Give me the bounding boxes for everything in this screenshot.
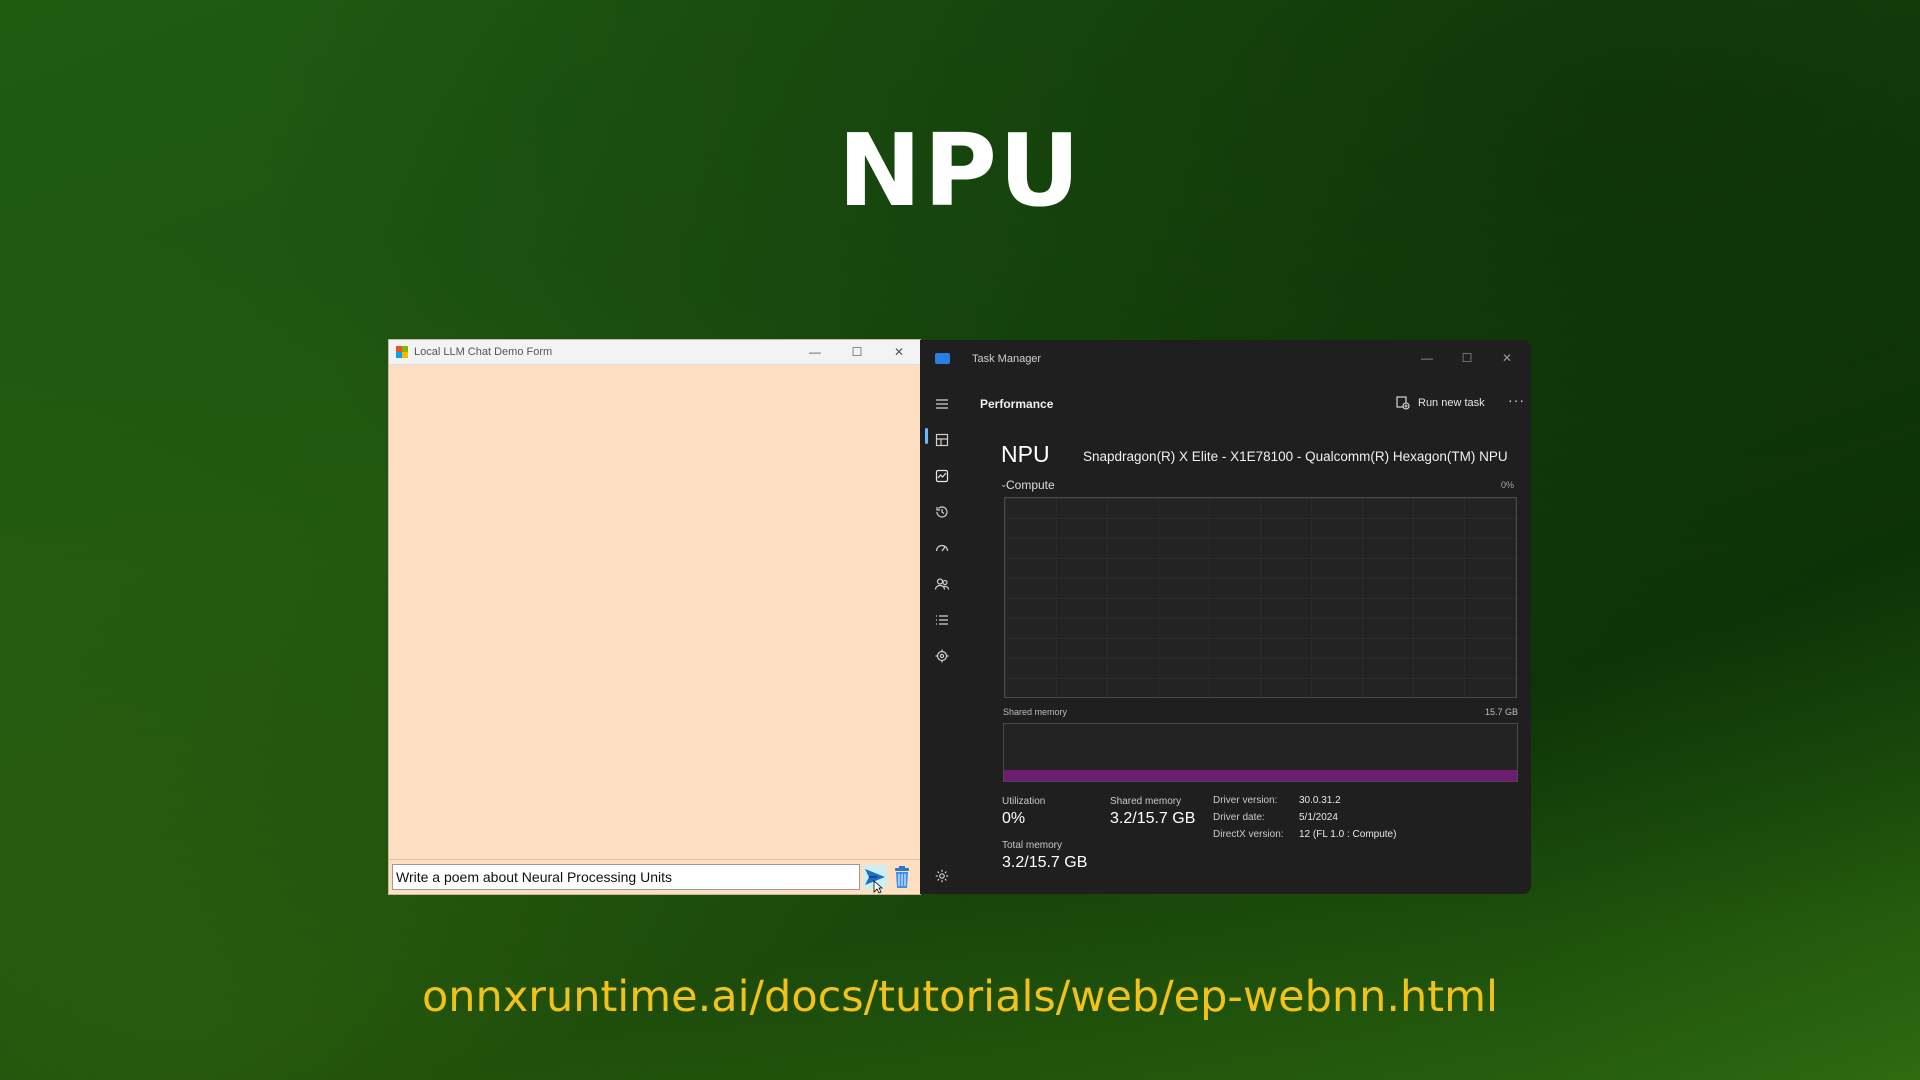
settings-icon[interactable] [930,864,954,888]
slide-title: NPU [837,112,1083,229]
shared-memory-graph [1003,723,1518,782]
nav-active-indicator [925,428,928,444]
shared-memory-value: 3.2/15.7 GB [1110,810,1196,827]
driver-date-value: 5/1/2024 [1299,812,1338,823]
menu-icon[interactable] [930,392,954,416]
app-history-icon[interactable] [930,500,954,524]
chat-history-area[interactable] [389,365,920,860]
chat-window-title: Local LLM Chat Demo Form [414,346,553,358]
clear-button[interactable] [889,865,915,889]
compute-engine-selector[interactable]: Compute [1006,478,1055,492]
driver-date-label: Driver date: [1213,812,1265,823]
processes-icon[interactable] [930,428,954,452]
tutorial-url: onnxruntime.ai/docs/tutorials/web/ep-web… [422,972,1498,1022]
more-options-button[interactable]: ··· [1508,392,1525,408]
run-new-task-label: Run new task [1418,397,1485,409]
tm-window-title: Task Manager [972,353,1042,365]
app-icon [396,346,408,358]
tm-maximize-button[interactable]: ☐ [1447,346,1487,370]
services-icon[interactable] [930,644,954,668]
shared-memory-label: Shared memory [1110,796,1182,807]
details-icon[interactable] [930,608,954,632]
trash-icon [895,866,909,888]
device-heading: NPU [1001,441,1050,467]
performance-icon[interactable] [930,464,954,488]
close-button[interactable]: ✕ [878,340,920,364]
tm-minimize-button[interactable]: — [1407,346,1447,370]
chat-demo-window: Local LLM Chat Demo Form — ☐ ✕ [389,340,920,894]
directx-version-value: 12 (FL 1.0 : Compute) [1299,829,1397,840]
startup-apps-icon[interactable] [930,536,954,560]
page-title: Performance [980,397,1054,411]
tm-nav-rail [920,378,965,894]
directx-version-label: DirectX version: [1213,829,1284,840]
tm-titlebar[interactable]: Task Manager — ☐ ✕ [920,340,1531,378]
device-name: Snapdragon(R) X Elite - X1E78100 - Qualc… [1083,449,1508,464]
shared-memory-fill [1004,770,1517,781]
maximize-button[interactable]: ☐ [836,340,878,364]
task-manager-window: Task Manager — ☐ ✕ Performance Run new t… [920,340,1531,894]
minimize-button[interactable]: — [794,340,836,364]
tm-close-button[interactable]: ✕ [1487,346,1527,370]
shared-memory-graph-label: Shared memory [1003,707,1068,717]
driver-version-value: 30.0.31.2 [1299,795,1341,806]
utilization-label: Utilization [1002,796,1046,807]
utilization-value: 0% [1002,810,1026,827]
run-task-icon [1396,396,1410,410]
chat-input-bar [389,859,920,894]
mouse-cursor-icon [873,880,883,894]
users-icon[interactable] [930,572,954,596]
compute-utilization-graph [1004,497,1517,698]
shared-memory-graph-total: 15.7 GB [1484,707,1518,717]
run-new-task-button[interactable]: Run new task [1396,396,1485,410]
total-memory-value: 3.2/15.7 GB [1002,854,1088,871]
task-manager-app-icon [935,353,950,364]
total-memory-label: Total memory [1002,840,1063,851]
chat-titlebar[interactable]: Local LLM Chat Demo Form — ☐ ✕ [389,340,920,365]
driver-version-label: Driver version: [1213,795,1278,806]
prompt-input[interactable] [392,864,860,890]
compute-max-label: 0% [1500,480,1514,490]
